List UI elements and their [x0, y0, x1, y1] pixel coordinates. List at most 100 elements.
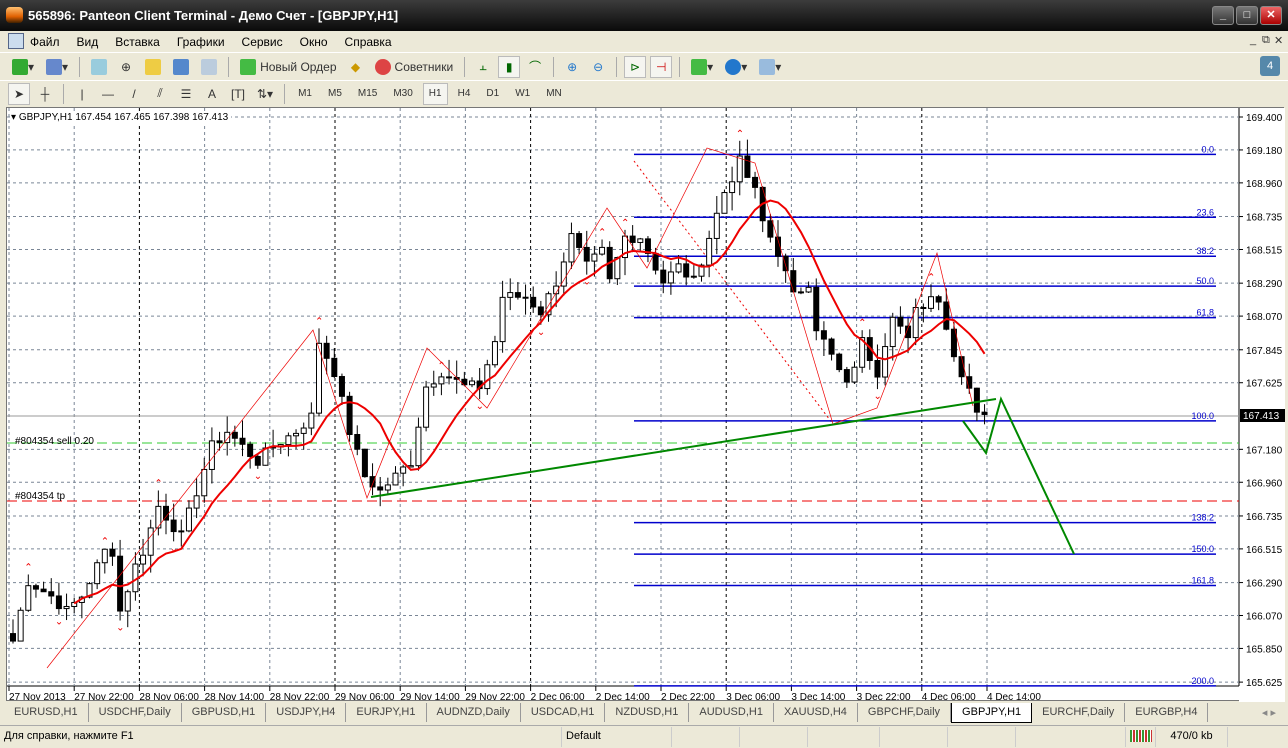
mdi-close-button[interactable]: ✕ [1274, 34, 1283, 47]
candle [499, 280, 506, 353]
candle-body [897, 316, 904, 327]
data-window-button[interactable]: ⊕ [115, 56, 137, 78]
menu-window[interactable]: Окно [300, 35, 328, 49]
candle [101, 548, 108, 574]
horizontal-line-button[interactable]: — [97, 83, 119, 105]
vertical-line-button[interactable]: | [71, 83, 93, 105]
market-watch-button[interactable] [87, 56, 111, 78]
chart-shift-button[interactable]: ⊣ [650, 55, 673, 78]
autoscroll-button[interactable]: ⊳ [624, 55, 647, 78]
candle [950, 322, 957, 362]
timeframe-m5[interactable]: M5 [322, 83, 348, 105]
menu-charts[interactable]: Графики [177, 35, 225, 49]
menu-insert[interactable]: Вставка [115, 35, 160, 49]
timeframe-m30[interactable]: M30 [387, 83, 418, 105]
chart-tab[interactable]: EURGBP,H4 [1125, 703, 1209, 722]
chart-tab[interactable]: NZDUSD,H1 [605, 703, 690, 722]
strategy-tester-button[interactable] [197, 56, 221, 78]
text-button[interactable]: A [201, 83, 223, 105]
cursor-button[interactable]: ➤ [8, 82, 30, 105]
text-label-button[interactable]: [T] [227, 83, 249, 105]
chart-canvas[interactable]: 169.400 169.180 168.960 168.735 168.515 168.2… [7, 108, 1285, 702]
minimize-button[interactable]: _ [1212, 6, 1234, 25]
alert-button[interactable]: ◆ [345, 56, 367, 78]
close-button[interactable]: ✕ [1260, 6, 1282, 25]
new-order-button[interactable]: Новый Ордер [236, 56, 340, 78]
profiles-button[interactable]: ▾ [42, 56, 72, 78]
candle-body [782, 255, 789, 272]
candle [752, 171, 759, 199]
candle-body [55, 595, 62, 610]
timeframe-h1[interactable]: H1 [422, 82, 448, 105]
timeframe-mn[interactable]: MN [540, 83, 568, 105]
candle-body [797, 291, 804, 294]
fibonacci-button[interactable]: ☰ [175, 83, 197, 105]
templates-button[interactable]: ▾ [755, 56, 785, 78]
candle [32, 583, 39, 598]
terminal-button[interactable] [169, 56, 193, 78]
experts-button[interactable]: Советники [371, 56, 458, 78]
chart-tab[interactable]: EURCHF,Daily [1032, 703, 1126, 722]
zoom-out-button[interactable]: ⊖ [587, 56, 609, 78]
candle [438, 372, 445, 396]
equidistant-channel-button[interactable]: ⫽ [149, 83, 171, 105]
timeframe-w1[interactable]: W1 [509, 83, 536, 105]
timeframe-h4[interactable]: H4 [452, 83, 477, 105]
candlestick-button[interactable]: ▮ [498, 55, 521, 78]
chart-tab[interactable]: AUDNZD,Daily [427, 703, 521, 722]
candle [316, 328, 322, 417]
candle-body [331, 357, 338, 378]
mdi-restore-button[interactable]: ⧉ [1262, 34, 1270, 47]
price-chart[interactable]: 169.400 169.180 168.960 168.735 168.515 168.2… [6, 107, 1285, 702]
periods-button[interactable]: ▾ [721, 56, 751, 78]
mdi-minimize-button[interactable]: _ [1250, 34, 1256, 46]
menu-help[interactable]: Справка [345, 35, 392, 49]
connection-icon [1126, 727, 1156, 747]
indicators-icon [691, 58, 708, 75]
menu-view[interactable]: Вид [77, 35, 99, 49]
timeframe-m15[interactable]: M15 [352, 83, 383, 105]
bar-chart-button[interactable]: ⫠ [472, 56, 494, 78]
chart-tab[interactable]: USDCHF,Daily [89, 703, 182, 722]
chart-tab[interactable]: GBPJPY,H1 [951, 703, 1033, 723]
menu-file[interactable]: Файл [30, 35, 60, 49]
timeframe-m1[interactable]: M1 [292, 83, 318, 105]
chart-tab[interactable]: AUDUSD,H1 [689, 703, 774, 722]
line-chart-button[interactable]: ⌒ [524, 56, 546, 78]
chart-tab[interactable]: USDJPY,H4 [266, 703, 347, 722]
chart-tab[interactable]: EURUSD,H1 [4, 703, 89, 722]
menu-tools[interactable]: Сервис [242, 35, 283, 49]
new-chart-button[interactable]: ▾ [8, 56, 38, 78]
maximize-button[interactable]: □ [1236, 6, 1258, 25]
candle-body [706, 237, 713, 266]
timeframe-d1[interactable]: D1 [480, 83, 505, 105]
candle [117, 539, 124, 621]
zoom-in-button[interactable]: ⊕ [561, 56, 583, 78]
candle [55, 582, 62, 615]
notifications-button[interactable]: 4 [1260, 56, 1280, 76]
trendline-button[interactable]: / [123, 83, 145, 105]
candle-body [744, 155, 751, 178]
time-tick-label: 27 Nov 22:00 [74, 692, 134, 702]
candle-body [637, 238, 644, 243]
price-tick-label: 168.960 [1246, 179, 1283, 190]
candle [629, 225, 636, 253]
crosshair-button[interactable]: ┼ [34, 83, 56, 105]
candle-body [713, 212, 720, 239]
indicators-button[interactable]: ▾ [687, 56, 717, 78]
chart-window-icon[interactable] [8, 33, 24, 49]
chart-tab[interactable]: EURJPY,H1 [346, 703, 427, 722]
candle [308, 402, 315, 436]
navigator-button[interactable] [141, 56, 165, 78]
candle-body [140, 554, 147, 565]
candle-body [851, 366, 858, 383]
fib-level-label: 38.2 [1196, 246, 1214, 256]
candle-body [499, 296, 506, 343]
chart-tab[interactable]: XAUUSD,H4 [774, 703, 858, 722]
chart-tab[interactable]: GBPUSD,H1 [182, 703, 267, 722]
chart-tab[interactable]: GBPCHF,Daily [858, 703, 952, 722]
arrows-button[interactable]: ⇅▾ [253, 83, 277, 105]
chart-tab[interactable]: USDCAD,H1 [521, 703, 606, 722]
tab-scroll-arrows[interactable]: ◂ ▸ [1262, 706, 1276, 719]
candle [262, 442, 269, 466]
